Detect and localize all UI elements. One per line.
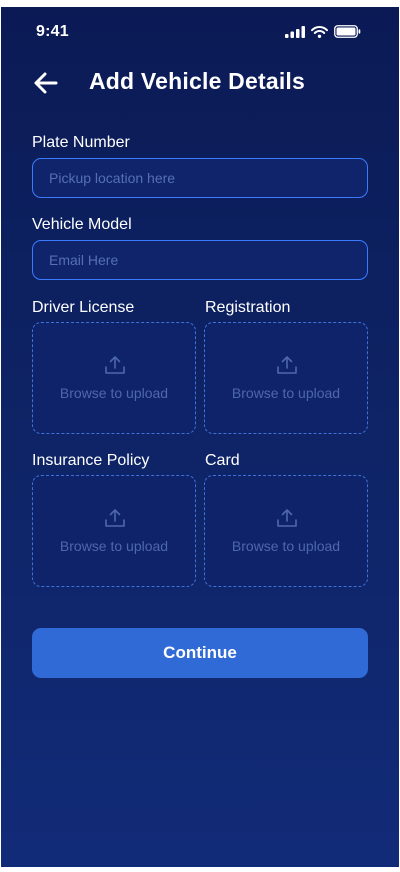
driver-license-label: Driver License	[32, 299, 135, 316]
plate-number-input[interactable]	[32, 158, 368, 198]
status-bar: 9:41	[1, 7, 399, 57]
registration-label: Registration	[205, 299, 291, 316]
upload-text: Browse to upload	[59, 385, 169, 401]
upload-icon	[277, 356, 297, 374]
continue-button[interactable]: Continue	[32, 628, 368, 678]
status-icons	[285, 25, 361, 38]
wifi-icon	[311, 25, 328, 38]
registration-upload[interactable]: Browse to upload	[204, 322, 368, 434]
battery-icon	[334, 25, 361, 38]
insurance-policy-label: Insurance Policy	[32, 452, 150, 469]
upload-text: Browse to upload	[59, 538, 169, 554]
vehicle-model-input[interactable]	[32, 240, 368, 280]
arrow-left-icon	[34, 72, 58, 94]
cellular-signal-icon	[285, 25, 305, 38]
upload-icon	[105, 509, 125, 527]
vehicle-model-label: Vehicle Model	[32, 216, 132, 233]
upload-text: Browse to upload	[231, 385, 341, 401]
driver-license-upload[interactable]: Browse to upload	[32, 322, 196, 434]
card-upload[interactable]: Browse to upload	[204, 475, 368, 587]
plate-number-label: Plate Number	[32, 134, 130, 151]
status-time: 9:41	[36, 23, 69, 40]
header: Add Vehicle Details	[1, 63, 399, 109]
card-label: Card	[205, 452, 240, 469]
upload-icon	[105, 356, 125, 374]
upload-icon	[277, 509, 297, 527]
back-button[interactable]	[31, 68, 61, 98]
phone-screen: 9:41 Add Vehicle Details Plate Number Pi…	[1, 7, 399, 867]
upload-text: Browse to upload	[231, 538, 341, 554]
page-title: Add Vehicle Details	[89, 68, 305, 94]
insurance-policy-upload[interactable]: Browse to upload	[32, 475, 196, 587]
